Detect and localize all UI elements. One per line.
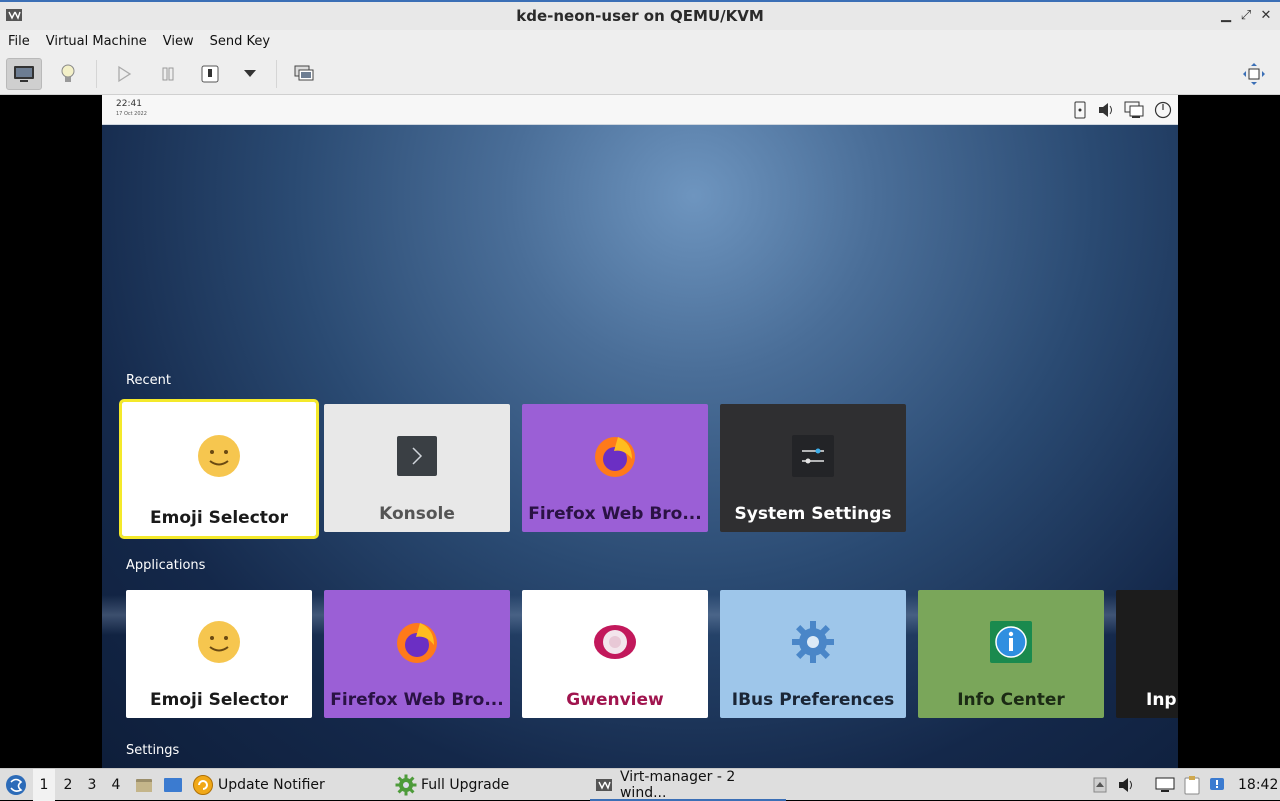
snapshots-button[interactable]	[286, 58, 322, 90]
section-recent-label: Recent	[126, 373, 171, 388]
guest-clock[interactable]: 22:41 17 Oct 2022	[116, 99, 147, 119]
fullscreen-icon	[1243, 63, 1265, 85]
power-off-icon	[201, 65, 219, 83]
tile-label: Emoji Selector	[150, 508, 288, 528]
task-label: Update Notifier	[218, 777, 325, 793]
distro-logo-icon	[6, 775, 26, 795]
lightbulb-icon	[61, 64, 75, 82]
info-icon	[987, 618, 1035, 666]
task-update-notifier[interactable]: Update Notifier	[192, 769, 325, 801]
menu-file[interactable]: File	[0, 34, 38, 49]
network-icon[interactable]	[1124, 100, 1144, 120]
shutdown-button[interactable]	[192, 58, 228, 90]
restore-icon[interactable]: ⤢	[1238, 8, 1254, 23]
tile-label: Gwenview	[566, 690, 664, 710]
chevron-down-icon	[244, 70, 256, 77]
app-tile-partial[interactable]: Inp	[1116, 590, 1178, 718]
workspace-2[interactable]: 2	[57, 769, 79, 801]
app-tile-gwenview[interactable]: Gwenview	[522, 590, 708, 718]
shutdown-menu-button[interactable]	[232, 58, 268, 90]
desktop-icon	[164, 778, 182, 792]
recent-tile-emoji-selector[interactable]: Emoji Selector	[119, 399, 319, 539]
volume-icon[interactable]	[1097, 100, 1117, 120]
details-view-button[interactable]	[50, 58, 86, 90]
menu-send-key[interactable]: Send Key	[202, 34, 278, 49]
volume-icon[interactable]	[1117, 775, 1137, 795]
battery-icon[interactable]	[1070, 100, 1090, 120]
recent-tile-konsole[interactable]: Konsole	[324, 404, 510, 532]
toolbar	[0, 52, 1280, 95]
tile-label: Inp	[1146, 690, 1177, 710]
taskbar-clock[interactable]: 18:42	[1238, 769, 1278, 801]
host-taskbar: 1 2 3 4 Update Notifier Full Upgrade Vir…	[0, 768, 1280, 801]
pause-button[interactable]	[150, 58, 186, 90]
task-full-upgrade[interactable]: Full Upgrade	[395, 769, 509, 801]
gear-icon	[395, 774, 417, 796]
menu-view[interactable]: View	[155, 34, 202, 49]
recent-tile-firefox[interactable]: Firefox Web Bro...	[522, 404, 708, 532]
app-tile-emoji-selector[interactable]: Emoji Selector	[126, 590, 312, 718]
firefox-icon	[591, 432, 639, 480]
task-virt-manager[interactable]: Virt-manager - 2 wind...	[590, 769, 786, 801]
notification-icon[interactable]	[1207, 775, 1227, 795]
section-applications-label: Applications	[126, 558, 206, 573]
fullscreen-button[interactable]	[1236, 58, 1272, 90]
tile-label: Firefox Web Bro...	[528, 504, 702, 524]
guest-display[interactable]: 22:41 17 Oct 2022 Recent Emoji Selector …	[102, 95, 1178, 768]
menubar: File Virtual Machine View Send Key	[0, 30, 1280, 52]
menu-virtual-machine[interactable]: Virtual Machine	[38, 34, 155, 49]
network-icon[interactable]	[1155, 775, 1175, 795]
workspace-4[interactable]: 4	[105, 769, 127, 801]
window-title: kde-neon-user on QEMU/KVM	[516, 7, 764, 25]
tile-label: Emoji Selector	[150, 690, 288, 710]
tray-expand-icon[interactable]	[1090, 775, 1110, 795]
guest-clock-date: 17 Oct 2022	[116, 111, 147, 117]
task-label: Virt-manager - 2 wind...	[619, 769, 736, 801]
guest-top-panel: 22:41 17 Oct 2022	[102, 95, 1178, 125]
virt-manager-icon	[6, 9, 22, 21]
folder-icon	[136, 779, 152, 792]
tile-label: Konsole	[379, 504, 455, 524]
pause-icon	[162, 67, 174, 81]
task-label: Full Upgrade	[421, 777, 510, 793]
monitor-icon	[14, 66, 34, 82]
recent-tile-system-settings[interactable]: System Settings	[720, 404, 906, 532]
workspace-1[interactable]: 1	[33, 769, 55, 801]
play-icon	[118, 65, 132, 83]
update-notifier-icon	[193, 775, 213, 795]
konsole-icon	[393, 432, 441, 480]
tile-label: System Settings	[734, 504, 892, 524]
start-menu-button[interactable]	[4, 769, 28, 801]
run-button[interactable]	[106, 58, 142, 90]
snapshots-icon	[294, 65, 314, 81]
minimize-icon[interactable]: ▁	[1218, 8, 1234, 23]
firefox-icon	[393, 618, 441, 666]
tile-label: IBus Preferences	[731, 690, 895, 710]
app-tile-ibus-preferences[interactable]: IBus Preferences	[720, 590, 906, 718]
console-view-button[interactable]	[6, 58, 42, 90]
virt-manager-icon	[595, 779, 612, 791]
gwenview-icon	[591, 618, 639, 666]
workspace-3[interactable]: 3	[81, 769, 103, 801]
clipboard-icon[interactable]	[1182, 775, 1202, 795]
file-manager-launcher[interactable]	[134, 769, 154, 801]
emoji-icon	[195, 432, 243, 480]
show-desktop-button[interactable]	[162, 769, 184, 801]
guest-clock-time: 22:41	[116, 99, 142, 109]
settings-sliders-icon	[789, 432, 837, 480]
emoji-icon	[195, 618, 243, 666]
window-titlebar: kde-neon-user on QEMU/KVM ▁ ⤢ ✕	[0, 0, 1280, 30]
tile-label: Info Center	[957, 690, 1065, 710]
tile-label: Firefox Web Bro...	[330, 690, 504, 710]
app-tile-info-center[interactable]: Info Center	[918, 590, 1104, 718]
close-icon[interactable]: ✕	[1258, 8, 1274, 23]
section-settings-label: Settings	[126, 743, 180, 758]
power-icon[interactable]	[1153, 100, 1173, 120]
app-tile-firefox[interactable]: Firefox Web Bro...	[324, 590, 510, 718]
gear-icon	[789, 618, 837, 666]
